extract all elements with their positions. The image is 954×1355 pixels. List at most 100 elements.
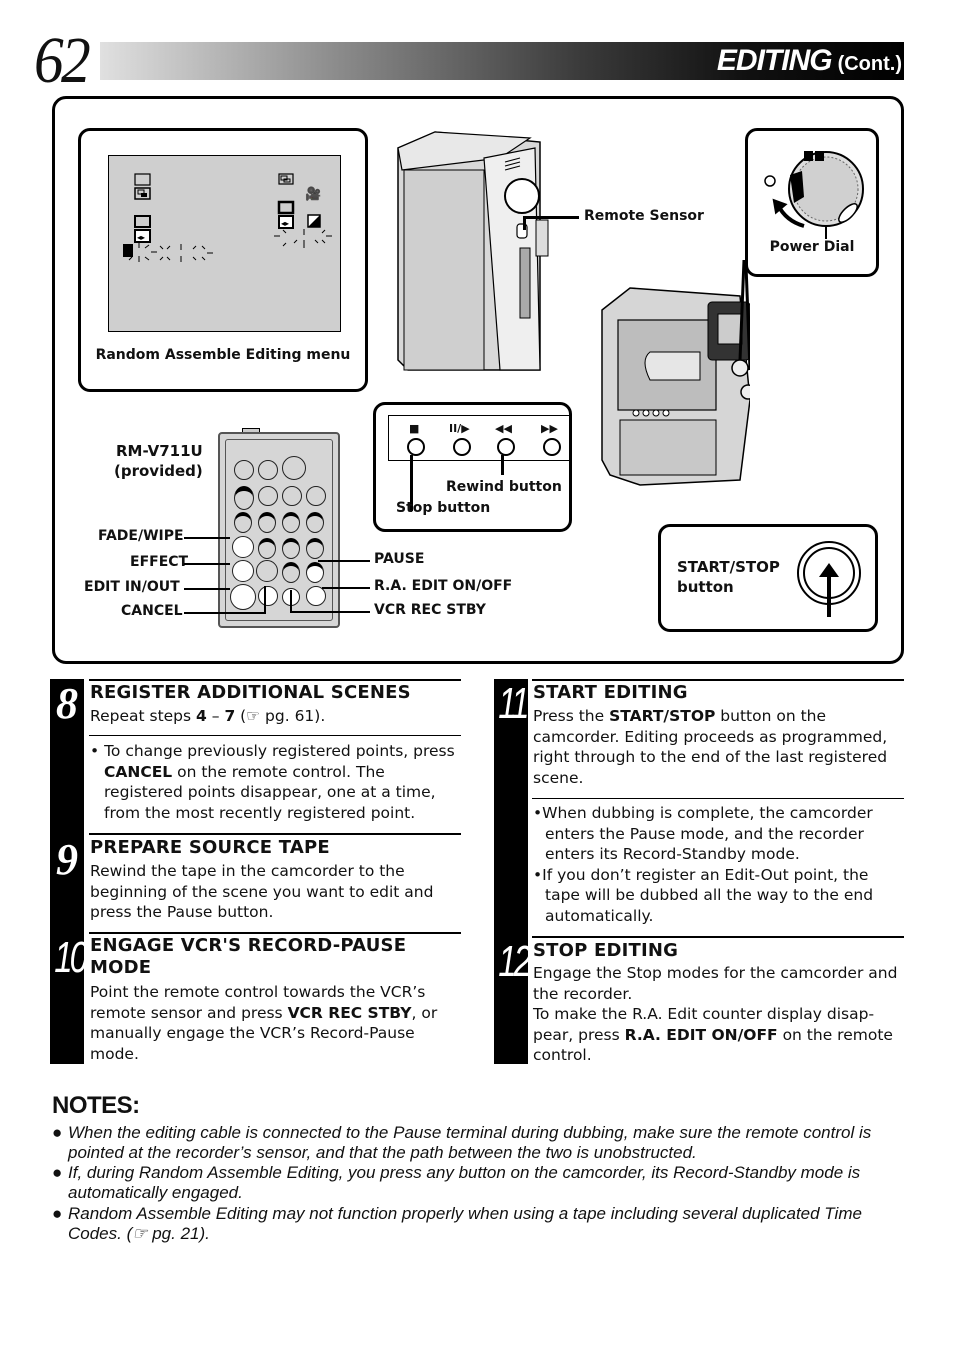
ff-remote-button[interactable] bbox=[306, 538, 324, 559]
remote-button[interactable] bbox=[234, 512, 252, 533]
stop-button[interactable] bbox=[407, 438, 425, 456]
divider bbox=[89, 679, 461, 681]
scene-frame-icon bbox=[134, 173, 151, 186]
note-item: ● Random Assemble Editing may not functi… bbox=[52, 1204, 862, 1243]
divider bbox=[532, 798, 904, 799]
pause-play-glyph-icon: II/▶ bbox=[449, 422, 470, 435]
menu-callout: ◂▸ 🎥 ◂▸ Random Assemble Editing menu bbox=[78, 128, 368, 392]
remote-control bbox=[218, 432, 340, 628]
remote-button[interactable] bbox=[258, 460, 278, 480]
rewind-remote-button[interactable] bbox=[258, 538, 276, 559]
bullet-icon: ● bbox=[52, 1123, 63, 1142]
leader-line bbox=[318, 560, 370, 562]
start-stop-label-line1: START/STOP bbox=[677, 558, 780, 576]
lens-icon bbox=[504, 178, 540, 214]
svg-text:◂▸: ◂▸ bbox=[137, 233, 145, 242]
step-8-title: REGISTER ADDITIONAL SCENES bbox=[90, 682, 411, 703]
remote-button[interactable] bbox=[306, 512, 324, 533]
divider bbox=[532, 936, 904, 938]
stop-button-label: Stop button bbox=[396, 500, 491, 516]
power-dial-label: Power Dial bbox=[769, 239, 855, 255]
remote-button[interactable] bbox=[306, 486, 326, 506]
step-10-body: Point the remote control towards the VCR… bbox=[90, 983, 438, 1063]
step-12-body: Engage the Stop modes for the camcorder … bbox=[533, 964, 898, 1065]
step-9-body: Rewind the tape in the camcorder to the … bbox=[90, 862, 434, 922]
remote-sensor-leader bbox=[523, 216, 579, 219]
cancel-button[interactable] bbox=[258, 586, 278, 606]
edit-in-out-label: EDIT IN/OUT bbox=[84, 579, 180, 595]
step-number-12: 12 bbox=[498, 937, 532, 986]
rewind-button-label: Rewind button bbox=[446, 479, 562, 495]
step-9-title: PREPARE SOURCE TAPE bbox=[90, 837, 330, 858]
remote-button[interactable] bbox=[258, 512, 276, 533]
camera-mode-icon: 🎥 bbox=[305, 186, 321, 202]
fade-wipe-button[interactable] bbox=[232, 536, 254, 558]
edit-in-out-button[interactable] bbox=[230, 584, 256, 610]
power-dial-callout: Power Dial bbox=[745, 128, 879, 277]
divider bbox=[89, 735, 461, 736]
stop-glyph-icon: ■ bbox=[409, 422, 420, 435]
remote-sensor-label: Remote Sensor bbox=[584, 208, 704, 224]
leader-line bbox=[264, 586, 266, 614]
step-8-bullet: • To change previously registered points… bbox=[90, 742, 455, 822]
remote-button[interactable] bbox=[282, 456, 306, 480]
play-remote-button[interactable] bbox=[282, 538, 300, 559]
blinking-indicator-icon bbox=[274, 229, 332, 248]
leader-line bbox=[290, 590, 292, 612]
remote-button[interactable] bbox=[234, 460, 254, 480]
remote-button[interactable] bbox=[282, 486, 302, 506]
leader-line bbox=[501, 455, 504, 475]
section-title: EDITING (Cont.) bbox=[717, 42, 902, 80]
svg-text:◂▸: ◂▸ bbox=[281, 219, 289, 228]
leader-line bbox=[184, 588, 230, 590]
scene-frame-icon bbox=[134, 215, 151, 228]
start-stop-small bbox=[740, 384, 750, 400]
step-number-11: 11 bbox=[498, 679, 529, 728]
effect-label: EFFECT bbox=[130, 554, 189, 570]
divider bbox=[89, 932, 461, 934]
start-stop-label: START/STOP button bbox=[677, 557, 780, 597]
menu-caption: Random Assemble Editing menu bbox=[95, 347, 351, 363]
cursor-block-icon bbox=[123, 244, 133, 257]
stop-remote-button[interactable] bbox=[282, 562, 300, 583]
note-item: ● If, during Random Assemble Editing, yo… bbox=[52, 1163, 861, 1202]
bullet-icon: ● bbox=[52, 1204, 63, 1223]
remote-button[interactable] bbox=[234, 486, 254, 510]
leader-line bbox=[290, 611, 370, 613]
remote-provided: (provided) bbox=[114, 462, 203, 480]
divider bbox=[89, 833, 461, 835]
start-stop-label-line2: button bbox=[677, 578, 734, 596]
ra-edit-on-off-button[interactable] bbox=[306, 586, 326, 606]
step-11-body: Press the START/STOP button on the camco… bbox=[533, 707, 888, 787]
start-stop-callout: START/STOP button bbox=[658, 524, 878, 632]
vcr-rec-stby-label: VCR REC STBY bbox=[374, 602, 486, 618]
step-11-bullet: •If you don’t register an Edit-Out point… bbox=[533, 865, 874, 925]
section-title-main: EDITING bbox=[716, 44, 833, 77]
remote-model-label: RM-V711U (provided) bbox=[114, 441, 203, 481]
fast-forward-button[interactable] bbox=[543, 438, 561, 456]
effect-button[interactable] bbox=[232, 560, 254, 582]
bullet-icon: ● bbox=[52, 1163, 63, 1182]
step-11-bullets: •When dubbing is complete, the camcorder… bbox=[533, 803, 903, 927]
step-12-title: STOP EDITING bbox=[533, 940, 679, 961]
pause-label: PAUSE bbox=[374, 551, 425, 567]
leader-line bbox=[184, 537, 230, 539]
leader-line bbox=[322, 587, 370, 589]
menu-screen-icons: ◂▸ 🎥 ◂▸ bbox=[123, 173, 332, 262]
pause-button[interactable] bbox=[306, 562, 324, 583]
section-title-suffix: (Cont.) bbox=[837, 53, 902, 75]
divider bbox=[532, 679, 904, 681]
step-number-10: 10 bbox=[54, 933, 88, 982]
remote-button[interactable] bbox=[258, 486, 278, 506]
effect-off-button[interactable] bbox=[256, 560, 278, 582]
ra-edit-label: R.A. EDIT ON/OFF bbox=[374, 578, 513, 594]
cancel-label: CANCEL bbox=[121, 603, 183, 619]
fade-wipe-label: FADE/WIPE bbox=[98, 528, 184, 544]
blinking-counter-icon bbox=[128, 242, 213, 262]
step-number-9: 9 bbox=[56, 835, 78, 884]
pause-play-button[interactable] bbox=[453, 438, 471, 456]
rewind-button[interactable] bbox=[497, 438, 515, 456]
camcorder-front-view bbox=[397, 131, 549, 371]
remote-button[interactable] bbox=[282, 512, 300, 533]
steps-right-bar bbox=[494, 679, 528, 1064]
